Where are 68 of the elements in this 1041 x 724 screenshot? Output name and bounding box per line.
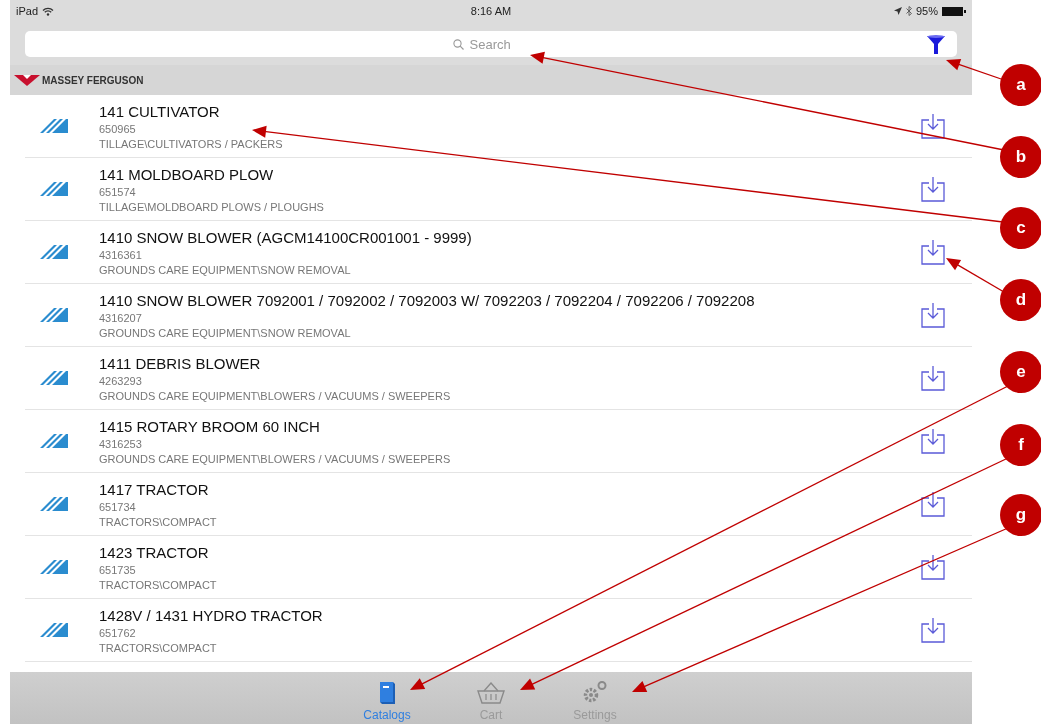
catalog-number: 650965 [99, 122, 137, 135]
download-icon[interactable] [921, 302, 945, 328]
catalog-number: 651762 [99, 626, 137, 639]
catalog-title[interactable]: 1410 SNOW BLOWER 7092001 / 7092002 / 7092003 W/ 7092203 / 7092204 / 7092206 / 7092208 [99, 291, 921, 309]
callout-badge: c [1000, 207, 1041, 249]
catalog-category: GROUNDS CARE EQUIPMENT\SNOW REMOVAL [99, 326, 352, 339]
download-icon[interactable] [921, 239, 945, 265]
catalog-title[interactable]: 1417 TRACTOR [99, 480, 921, 498]
catalog-category: TILLAGE\MOLDBOARD PLOWS / PLOUGHS [99, 200, 325, 213]
catalog-category: TRACTORS\COMPACT [99, 515, 218, 528]
book-icon [378, 680, 396, 704]
battery-percent: 95% [915, 5, 938, 17]
download-icon[interactable] [921, 176, 945, 202]
catalog-title[interactable]: 1410 SNOW BLOWER (AGCM14100CR001001 - 9999) [99, 228, 921, 246]
callout-badge: g [1000, 494, 1041, 536]
stripes-logo-icon [40, 308, 68, 322]
callout-badge: b [1000, 136, 1041, 178]
catalog-category: TRACTORS\COMPACT [99, 641, 218, 654]
stripes-logo-icon [40, 497, 68, 511]
gears-icon [582, 680, 608, 704]
stripes-logo-icon [40, 560, 68, 574]
download-icon[interactable] [921, 554, 945, 580]
catalog-number: 651735 [99, 563, 137, 576]
catalog-number: 4316207 [99, 311, 143, 324]
battery-icon [942, 6, 966, 16]
catalog-number: 651574 [99, 185, 137, 198]
stripes-logo-icon [40, 119, 68, 133]
stripes-logo-icon [40, 371, 68, 385]
stripes-logo-icon [40, 623, 68, 637]
callout-badge: f [1000, 424, 1041, 466]
search-field[interactable]: Search [469, 36, 530, 52]
triangle-logo-icon [14, 74, 40, 86]
download-icon[interactable] [921, 428, 945, 454]
stripes-logo-icon [40, 182, 68, 196]
catalog-number: 651734 [99, 500, 137, 513]
clock-time: 8:16 AM [470, 5, 512, 17]
catalog-title[interactable]: 141 MOLDBOARD PLOW [99, 165, 921, 183]
download-icon[interactable] [921, 113, 945, 139]
catalog-title[interactable]: 1411 DEBRIS BLOWER [99, 354, 921, 372]
catalog-number: 4316361 [99, 248, 143, 261]
bluetooth-icon [905, 6, 912, 16]
catalog-category: GROUNDS CARE EQUIPMENT\BLOWERS / VACUUMS / SWEEPERS [99, 389, 452, 402]
callout-badge: d [1000, 279, 1041, 321]
catalog-title[interactable]: 1428V / 1431 HYDRO TRACTOR [99, 606, 921, 624]
filter-icon[interactable] [927, 35, 945, 54]
download-icon[interactable] [921, 365, 945, 391]
catalog-category: GROUNDS CARE EQUIPMENT\SNOW REMOVAL [99, 263, 352, 276]
stripes-logo-icon [40, 434, 68, 448]
catalog-title[interactable]: 141 CULTIVATOR [99, 102, 921, 120]
catalog-number: 4263293 [99, 374, 143, 387]
device-name: iPad [16, 5, 39, 17]
catalog-title[interactable]: 1415 ROTARY BROOM 60 INCH [99, 417, 921, 435]
callout-badge: a [1000, 64, 1041, 106]
catalog-category: TILLAGE\CULTIVATORS / PACKERS [99, 137, 284, 150]
basket-icon [477, 682, 505, 704]
search-icon [452, 38, 464, 50]
callout-arrow [946, 258, 1005, 293]
location-arrow-icon [893, 7, 902, 15]
catalog-title[interactable]: 1423 TRACTOR [99, 543, 921, 561]
download-icon[interactable] [921, 491, 945, 517]
callout-badge: e [1000, 351, 1041, 393]
download-icon[interactable] [921, 617, 945, 643]
catalog-number: 4316253 [99, 437, 143, 450]
wifi-icon [42, 6, 55, 16]
catalog-category: TRACTORS\COMPACT [99, 578, 218, 591]
catalog-category: GROUNDS CARE EQUIPMENT\BLOWERS / VACUUMS / SWEEPERS [99, 452, 452, 465]
brand-name: MASSEY FERGUSON [42, 74, 144, 86]
stripes-logo-icon [40, 245, 68, 259]
